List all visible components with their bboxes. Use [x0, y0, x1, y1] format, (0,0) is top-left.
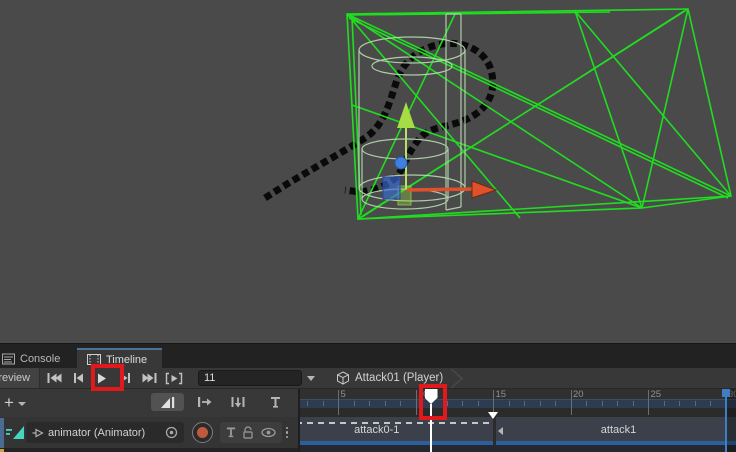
- edit-toolbar: +: [0, 389, 298, 417]
- ruler-minor-tick: [710, 401, 711, 406]
- skip-to-start-icon: [46, 372, 62, 384]
- breadcrumb-chevron-icon: [450, 369, 464, 388]
- mix-mode-button[interactable]: [151, 393, 184, 411]
- skip-to-start-button[interactable]: [42, 368, 65, 388]
- clip-ease-in-marker: [498, 427, 503, 435]
- marker-pin-icon: [270, 396, 281, 409]
- ruler-minor-tick: [354, 401, 355, 406]
- track-button-group: [220, 422, 282, 443]
- animator-field-label: animator (Animator): [48, 427, 161, 439]
- ruler-frame-label: 20: [573, 389, 584, 400]
- track-pin-icon[interactable]: [226, 426, 236, 439]
- timeline-end-marker-head[interactable]: [722, 389, 730, 397]
- ripple-mode-button[interactable]: [190, 393, 217, 411]
- ruler-major-tick: [416, 390, 417, 415]
- record-button[interactable]: [192, 422, 213, 443]
- ruler-minor-tick: [602, 401, 603, 406]
- add-track-button[interactable]: +: [4, 393, 40, 412]
- step-back-icon: [71, 372, 85, 384]
- step-back-button[interactable]: [66, 368, 89, 388]
- clip-attack0-1[interactable]: attack0-1: [300, 417, 493, 445]
- ruler-minor-tick: [323, 401, 324, 406]
- tab-console-label: Console: [20, 353, 60, 365]
- console-icon: [2, 353, 15, 365]
- ruler-frame-label: 15: [496, 389, 507, 400]
- ruler-major-tick: [338, 390, 339, 415]
- ruler-minor-tick: [385, 401, 386, 406]
- add-track-label: +: [4, 395, 14, 411]
- ruler-minor-tick: [586, 401, 587, 406]
- animation-track-icon: [6, 424, 25, 441]
- replace-mode-button[interactable]: [224, 393, 251, 411]
- track-color-bar: [0, 418, 4, 449]
- ruler-frame-label: 5: [341, 389, 346, 400]
- move-gizmo[interactable]: [383, 102, 496, 205]
- animator-icon: [32, 427, 44, 439]
- clip-row[interactable]: attack0-1attack1: [300, 417, 736, 445]
- timeline-content[interactable]: 51015202530 attack0-1attack1: [300, 389, 736, 452]
- clip-boundary-marker[interactable]: [488, 412, 498, 419]
- ruler-minor-tick: [369, 401, 370, 406]
- frame-field[interactable]: [198, 370, 302, 386]
- preview-label: Preview: [0, 372, 30, 384]
- ruler-minor-tick: [524, 401, 525, 406]
- clip-label: attack1: [496, 424, 736, 436]
- clip-attack1[interactable]: attack1: [496, 417, 736, 445]
- mix-mode-icon: [159, 396, 177, 409]
- gizmo-center-ball[interactable]: [395, 157, 407, 169]
- ruler-major-tick: [571, 390, 572, 415]
- breadcrumb-label: Attack01 (Player): [355, 372, 443, 384]
- ruler-minor-tick: [664, 401, 665, 406]
- preview-toggle[interactable]: Preview: [0, 368, 40, 388]
- ruler-minor-tick: [462, 401, 463, 406]
- ruler-minor-tick: [400, 401, 401, 406]
- track-mute-eye-icon[interactable]: [261, 427, 276, 438]
- left-bottom-strip: [0, 448, 298, 452]
- out-of-range-shade: [726, 389, 736, 452]
- replace-mode-icon: [230, 396, 246, 408]
- timeline-panel: Console Timeline Preview: [0, 343, 736, 452]
- record-dot-icon: [197, 427, 208, 438]
- playhead-highlight: [419, 384, 447, 420]
- ruler-major-tick: [648, 390, 649, 415]
- play-range-button[interactable]: [162, 368, 185, 388]
- content-bottom-row: [300, 445, 736, 452]
- ruler-minor-tick: [555, 401, 556, 406]
- scene-canvas: [0, 0, 736, 343]
- frame-dropdown-caret[interactable]: [307, 376, 315, 381]
- x-axis-arrowhead[interactable]: [472, 181, 496, 198]
- track-header[interactable]: animator (Animator): [0, 417, 298, 448]
- play-range-icon: [165, 372, 183, 385]
- ruler-minor-tick: [679, 401, 680, 406]
- ruler-minor-tick: [478, 401, 479, 406]
- timeline-end-marker[interactable]: [725, 389, 727, 452]
- track-menu-button[interactable]: [285, 422, 289, 443]
- unity-editor: Console Timeline Preview: [0, 0, 736, 452]
- clip-label: attack0-1: [300, 424, 493, 436]
- ruler-band[interactable]: [300, 399, 736, 408]
- gizmo-plane-blue[interactable]: [383, 177, 400, 199]
- scene-view[interactable]: [0, 0, 736, 343]
- ruler-minor-tick: [509, 401, 510, 406]
- add-track-caret-icon: [18, 402, 26, 406]
- skip-to-end-button[interactable]: [138, 368, 161, 388]
- track-lock-icon[interactable]: [242, 426, 254, 439]
- ruler-minor-tick: [540, 401, 541, 406]
- play-button-highlight: [91, 364, 124, 391]
- ripple-mode-icon: [196, 396, 212, 408]
- ruler-minor-tick: [617, 401, 618, 406]
- cube-icon: [336, 371, 350, 385]
- ruler-gap-row: [300, 408, 736, 417]
- marker-toggle-button[interactable]: [261, 393, 289, 411]
- ruler-minor-tick: [633, 401, 634, 406]
- tab-console[interactable]: Console: [0, 348, 70, 368]
- ruler-frame-label: 25: [651, 389, 662, 400]
- animator-object-field[interactable]: animator (Animator): [26, 422, 184, 443]
- ruler-minor-tick: [307, 401, 308, 406]
- x-axis-arrow[interactable]: [407, 189, 475, 190]
- ruler-minor-tick: [695, 401, 696, 406]
- capsule-colliders: [359, 14, 465, 210]
- skip-to-end-icon: [142, 372, 158, 384]
- object-picker-icon[interactable]: [165, 426, 178, 439]
